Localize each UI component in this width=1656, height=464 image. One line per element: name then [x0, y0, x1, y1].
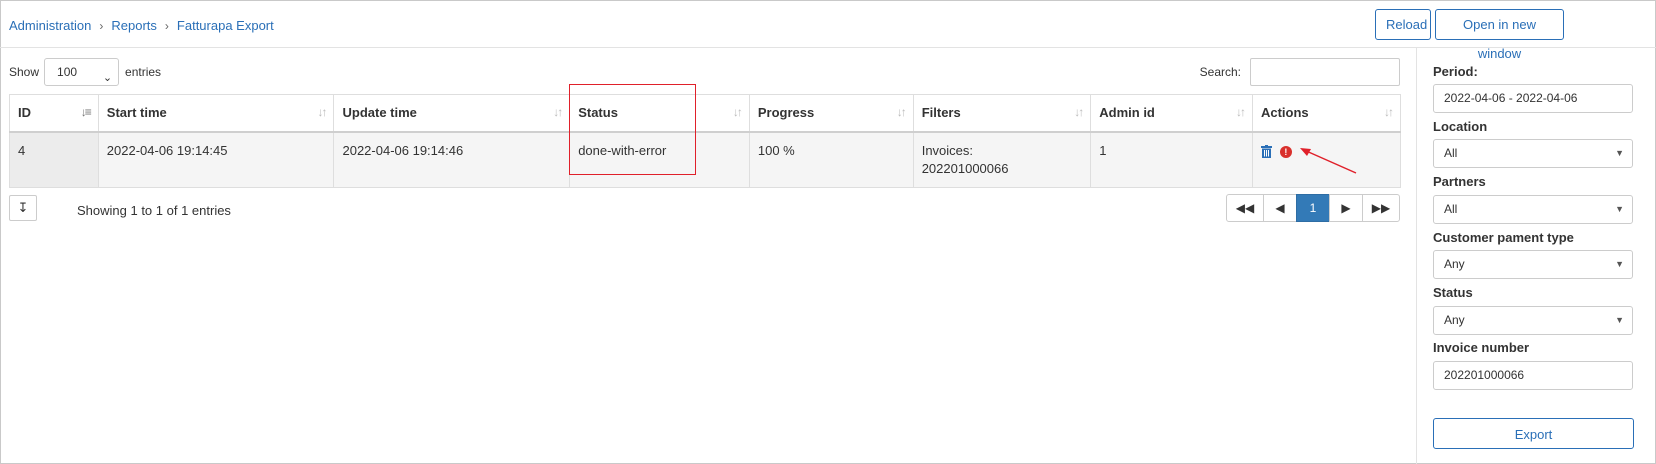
- caret-down-icon: ▼: [1615, 259, 1624, 269]
- cell-admin-id: 1: [1090, 131, 1253, 188]
- partners-select[interactable]: All ▼: [1433, 195, 1633, 224]
- column-progress[interactable]: Progress ↓↑: [748, 94, 914, 133]
- table-search: Search:: [1200, 58, 1400, 86]
- trash-icon[interactable]: [1260, 143, 1276, 159]
- sort-asc-icon: ↓≡: [80, 105, 92, 119]
- annotation-arrow-icon: [1299, 147, 1357, 174]
- cell-id: 4: [9, 131, 99, 188]
- sort-icon: ↓↑: [732, 105, 743, 119]
- cell-filters: Invoices: 202201000066: [912, 131, 1092, 188]
- sort-icon: ↓↑: [317, 105, 327, 119]
- exports-table: ID ↓≡ Start time ↓↑ Update time ↓↑ Status ↓↑…: [9, 94, 1402, 188]
- entries-select[interactable]: 100 ⌄: [44, 58, 120, 86]
- cell-progress: 100 %: [748, 131, 914, 188]
- previous-page-button[interactable]: ◀: [1263, 194, 1297, 222]
- main-content: Show 100 ⌄ entries Search: ID ↓≡ Start ti…: [0, 48, 1416, 464]
- caret-down-icon: ▼: [1615, 148, 1624, 158]
- pagination: ◀◀ ◀ 1 ▶ ▶▶: [1226, 194, 1400, 222]
- period-label: Period:: [1433, 64, 1478, 79]
- invoice-number-input[interactable]: 202201000066: [1433, 361, 1633, 390]
- breadcrumb-fatturapa-export[interactable]: Fatturapa Export: [177, 18, 274, 33]
- column-filters[interactable]: Filters ↓↑: [912, 94, 1092, 133]
- top-bar: Administration › Reports › Fatturapa Exp…: [0, 0, 1656, 61]
- column-actions[interactable]: Actions ↓↑: [1251, 94, 1402, 133]
- breadcrumb-reports[interactable]: Reports: [111, 18, 157, 33]
- open-new-window-button[interactable]: Open in new window: [1435, 9, 1564, 61]
- partners-value: All: [1444, 202, 1458, 216]
- invoice-number-label: Invoice number: [1433, 340, 1530, 355]
- caret-down-icon: ▼: [1615, 204, 1624, 214]
- location-label: Location: [1433, 119, 1488, 134]
- column-update-time[interactable]: Update time ↓↑: [333, 94, 571, 133]
- filter-sidebar: Period: 2022-04-06 - 2022-04-06 Location…: [1416, 48, 1656, 464]
- error-icon[interactable]: !: [1279, 145, 1292, 158]
- status-label: Status: [1433, 285, 1473, 300]
- search-label: Search:: [1199, 65, 1241, 79]
- payment-type-select[interactable]: Any ▼: [1433, 250, 1633, 279]
- table-info: Showing 1 to 1 of 1 entries: [77, 203, 231, 218]
- table-row: 4 2022-04-06 19:14:45 2022-04-06 19:14:4…: [9, 131, 1402, 188]
- sort-icon: ↓↑: [1074, 105, 1084, 119]
- payment-type-value: Any: [1444, 257, 1465, 271]
- search-input[interactable]: [1250, 58, 1400, 86]
- last-page-button[interactable]: ▶▶: [1362, 194, 1400, 222]
- chevron-right-icon: ›: [164, 18, 169, 33]
- sort-icon: ↓↑: [896, 105, 907, 119]
- cell-status: done-with-error: [569, 131, 750, 188]
- filters-label: Invoices:: [921, 142, 974, 158]
- first-page-button[interactable]: ◀◀: [1226, 194, 1264, 222]
- sort-icon: ↓↑: [1235, 105, 1246, 119]
- next-page-button[interactable]: ▶: [1329, 194, 1363, 222]
- chevron-down-icon: ⌄: [102, 72, 113, 84]
- column-start-time[interactable]: Start time ↓↑: [97, 94, 335, 133]
- entries-label: entries: [125, 65, 162, 79]
- column-admin-id[interactable]: Admin id ↓↑: [1090, 94, 1253, 133]
- caret-down-icon: ▼: [1615, 315, 1624, 325]
- sort-icon: ↓↑: [1384, 105, 1394, 119]
- download-export-button[interactable]: ↧: [9, 195, 37, 221]
- export-button[interactable]: Export: [1433, 418, 1634, 449]
- payment-type-label: Customer pament type: [1433, 230, 1574, 245]
- sort-icon: ↓↑: [553, 105, 563, 119]
- partners-label: Partners: [1433, 174, 1486, 189]
- status-select[interactable]: Any ▼: [1433, 306, 1633, 335]
- breadcrumb-administration[interactable]: Administration: [9, 18, 91, 33]
- period-input[interactable]: 2022-04-06 - 2022-04-06: [1433, 84, 1633, 113]
- entries-length-control: Show 100 ⌄ entries: [9, 58, 161, 86]
- cell-update-time: 2022-04-06 19:14:46: [333, 131, 571, 188]
- next-page-icon: ▶: [1341, 201, 1351, 215]
- column-id[interactable]: ID ↓≡: [9, 94, 99, 133]
- cell-actions: !: [1251, 131, 1402, 188]
- show-label: Show: [9, 65, 40, 79]
- previous-page-icon: ◀: [1275, 201, 1285, 215]
- status-value: Any: [1444, 313, 1465, 327]
- chevron-right-icon: ›: [99, 18, 104, 33]
- cell-start-time: 2022-04-06 19:14:45: [97, 131, 335, 188]
- location-value: All: [1444, 146, 1458, 160]
- first-page-icon: ◀◀: [1235, 201, 1255, 215]
- last-page-icon: ▶▶: [1371, 201, 1391, 215]
- page-button[interactable]: 1: [1296, 194, 1330, 222]
- location-select[interactable]: All ▼: [1433, 139, 1633, 168]
- table-header-row: ID ↓≡ Start time ↓↑ Update time ↓↑ Status ↓↑…: [9, 94, 1402, 133]
- filters-value: 202201000066: [921, 160, 1009, 176]
- entries-select-value: 100: [57, 65, 78, 79]
- reload-button[interactable]: Reload: [1375, 9, 1431, 40]
- download-icon: ↧: [17, 200, 29, 215]
- breadcrumb: Administration › Reports › Fatturapa Exp…: [9, 18, 274, 33]
- column-status[interactable]: Status ↓↑: [569, 94, 750, 133]
